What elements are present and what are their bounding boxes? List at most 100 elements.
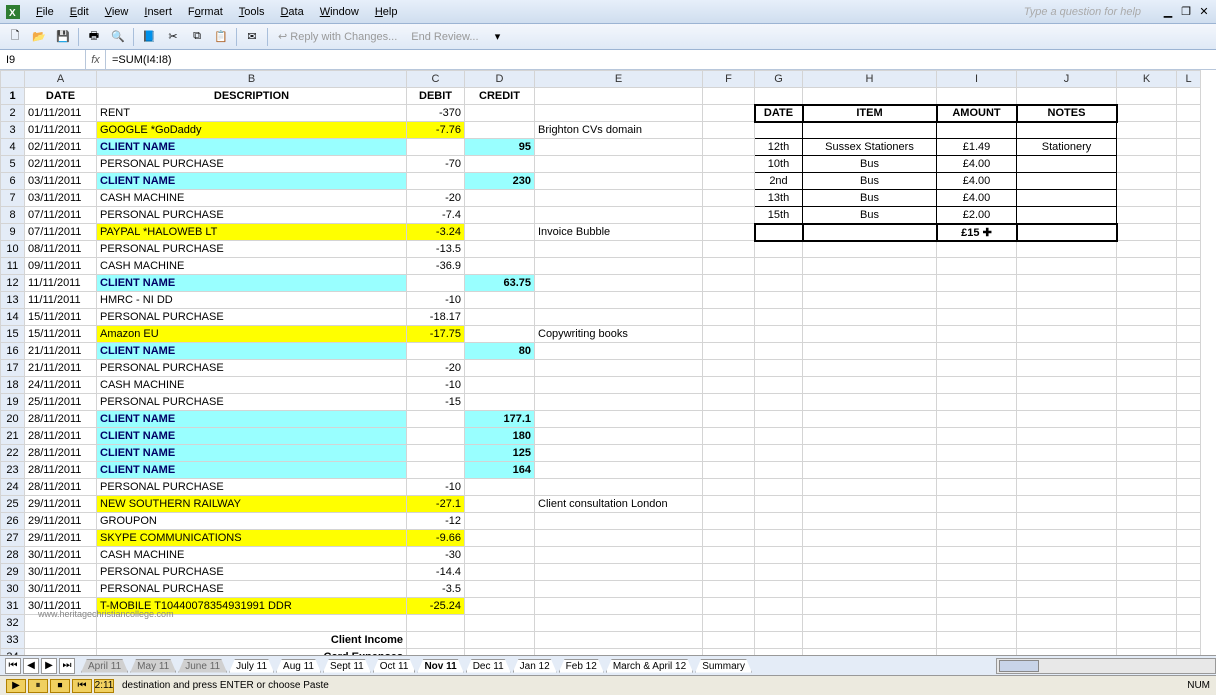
side-item[interactable]: Bus — [803, 156, 937, 173]
cell[interactable] — [803, 615, 937, 632]
col-G[interactable]: G — [755, 71, 803, 88]
cell[interactable] — [1017, 241, 1117, 258]
cell-date[interactable]: 01/11/2011 — [25, 122, 97, 139]
cell[interactable] — [755, 632, 803, 649]
cell[interactable] — [1177, 105, 1201, 122]
side-amount[interactable]: £4.00 — [937, 156, 1017, 173]
row-header[interactable]: 14 — [1, 309, 25, 326]
cell[interactable] — [1117, 547, 1177, 564]
active-cell[interactable]: £15 ✚ — [937, 224, 1017, 241]
cell-desc[interactable]: PERSONAL PURCHASE — [97, 156, 407, 173]
col-A[interactable]: A — [25, 71, 97, 88]
cell[interactable] — [803, 275, 937, 292]
cell[interactable] — [1177, 377, 1201, 394]
help-search-input[interactable]: Type a question for help — [1019, 4, 1146, 20]
cell-credit[interactable] — [465, 258, 535, 275]
cell[interactable] — [1117, 360, 1177, 377]
row-header[interactable]: 26 — [1, 513, 25, 530]
cell[interactable] — [755, 377, 803, 394]
cell[interactable] — [755, 581, 803, 598]
cell-debit[interactable] — [407, 343, 465, 360]
cell-credit[interactable] — [465, 309, 535, 326]
cell-debit[interactable]: -15 — [407, 394, 465, 411]
cell[interactable] — [803, 122, 937, 139]
row-header[interactable]: 3 — [1, 122, 25, 139]
sheet-tab[interactable]: Aug 11 — [276, 659, 321, 673]
row-header[interactable]: 18 — [1, 377, 25, 394]
menu-data[interactable]: Data — [272, 4, 311, 20]
name-box[interactable]: I9 — [0, 50, 86, 69]
cell-note[interactable] — [535, 530, 703, 547]
cell[interactable] — [803, 428, 937, 445]
cell[interactable] — [703, 258, 755, 275]
cell-debit[interactable]: -18.17 — [407, 309, 465, 326]
cell-note[interactable] — [535, 207, 703, 224]
row-header[interactable]: 7 — [1, 190, 25, 207]
sheet-tab[interactable]: July 11 — [229, 659, 274, 673]
cell[interactable] — [703, 445, 755, 462]
summary-label[interactable]: Client Income — [97, 632, 407, 649]
print-icon[interactable]: 🖶 — [83, 26, 105, 48]
cell[interactable] — [755, 122, 803, 139]
row-header[interactable]: 33 — [1, 632, 25, 649]
cell[interactable] — [1017, 258, 1117, 275]
cell[interactable] — [703, 122, 755, 139]
prev-icon[interactable]: ⏮ — [72, 679, 92, 693]
stop-icon[interactable]: ⏹ — [50, 679, 70, 693]
cell[interactable] — [1017, 445, 1117, 462]
cell[interactable] — [1117, 156, 1177, 173]
cell-debit[interactable]: -13.5 — [407, 241, 465, 258]
cell[interactable] — [1177, 394, 1201, 411]
cell[interactable] — [755, 88, 803, 105]
cell[interactable] — [1117, 445, 1177, 462]
cell[interactable] — [1177, 513, 1201, 530]
cell[interactable] — [1177, 139, 1201, 156]
preview-icon[interactable]: 🔍 — [107, 26, 129, 48]
cell[interactable] — [703, 156, 755, 173]
cell-date[interactable]: 30/11/2011 — [25, 564, 97, 581]
cell-debit[interactable]: -7.76 — [407, 122, 465, 139]
cell-note[interactable] — [535, 241, 703, 258]
row-header[interactable]: 21 — [1, 428, 25, 445]
cell-note[interactable] — [535, 190, 703, 207]
cell[interactable] — [755, 462, 803, 479]
side-notes[interactable]: Stationery — [1017, 139, 1117, 156]
row-header[interactable]: 9 — [1, 224, 25, 241]
cell[interactable] — [703, 564, 755, 581]
row-header[interactable]: 16 — [1, 343, 25, 360]
cell[interactable] — [803, 513, 937, 530]
cell[interactable] — [703, 105, 755, 122]
cell-date[interactable]: 21/11/2011 — [25, 360, 97, 377]
row-header[interactable]: 12 — [1, 275, 25, 292]
cell[interactable] — [703, 207, 755, 224]
cell[interactable] — [703, 224, 755, 241]
cell[interactable] — [1177, 173, 1201, 190]
cell[interactable] — [803, 241, 937, 258]
cell[interactable] — [1117, 564, 1177, 581]
cell-credit[interactable] — [465, 513, 535, 530]
sheet-tab[interactable]: Summary — [695, 659, 752, 673]
cell-credit[interactable]: 63.75 — [465, 275, 535, 292]
save-icon[interactable]: 💾 — [52, 26, 74, 48]
cell-desc[interactable]: GOOGLE *GoDaddy — [97, 122, 407, 139]
cell-note[interactable] — [535, 360, 703, 377]
cell[interactable] — [937, 309, 1017, 326]
cell-debit[interactable] — [407, 462, 465, 479]
cell[interactable] — [755, 513, 803, 530]
row-header[interactable]: 30 — [1, 581, 25, 598]
cell[interactable] — [407, 615, 465, 632]
cell-desc[interactable]: SKYPE COMMUNICATIONS — [97, 530, 407, 547]
cell[interactable] — [755, 343, 803, 360]
cell[interactable] — [803, 292, 937, 309]
cell[interactable] — [755, 258, 803, 275]
cell[interactable] — [937, 547, 1017, 564]
cell[interactable] — [1017, 632, 1117, 649]
cell-credit[interactable] — [465, 224, 535, 241]
cell-debit[interactable]: -20 — [407, 360, 465, 377]
cell-desc[interactable]: CLIENT NAME — [97, 275, 407, 292]
cell[interactable] — [803, 632, 937, 649]
cell[interactable] — [1177, 343, 1201, 360]
cell-desc[interactable]: PERSONAL PURCHASE — [97, 581, 407, 598]
cell-note[interactable]: Brighton CVs domain — [535, 122, 703, 139]
tab-first-icon[interactable]: ⏮ — [5, 658, 21, 674]
